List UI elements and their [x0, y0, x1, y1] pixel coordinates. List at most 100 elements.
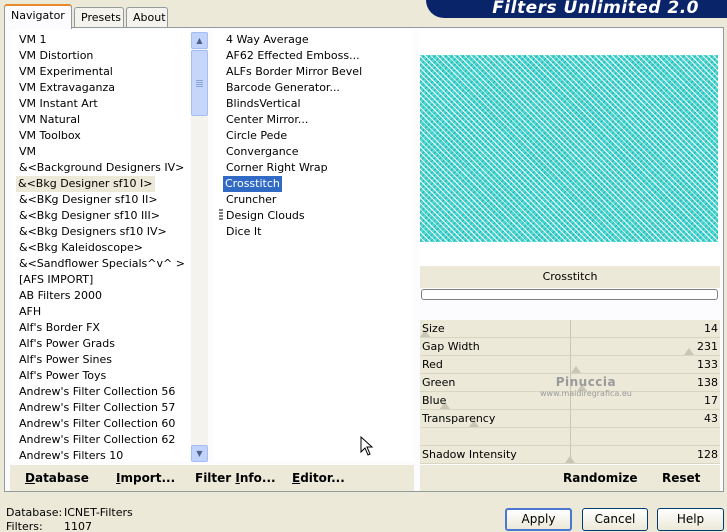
category-item[interactable]: Alf's Border FX: [17, 320, 102, 336]
slider-thumb[interactable]: [565, 456, 575, 463]
slider-thumb[interactable]: [571, 366, 581, 373]
scroll-up-button[interactable]: ▲: [191, 32, 208, 49]
filter-item[interactable]: Crosstitch: [223, 176, 282, 192]
filter-item[interactable]: Barcode Generator...: [224, 80, 342, 96]
filter-item[interactable]: Convergance: [224, 144, 301, 160]
category-item[interactable]: &<Background Designers IV>: [17, 160, 186, 176]
filter-item[interactable]: Circle Pede: [224, 128, 289, 144]
tab-presets[interactable]: Presets: [74, 7, 124, 27]
category-item[interactable]: Andrew's Filter Collection 62: [17, 432, 177, 448]
scroll-thumb[interactable]: [191, 50, 208, 116]
scroll-down-button[interactable]: ▼: [191, 445, 208, 462]
slider-thumb[interactable]: [684, 348, 694, 355]
mouse-cursor-icon: [360, 436, 374, 456]
list-splitter-handle[interactable]: [219, 209, 223, 221]
parameter-value: 231: [697, 340, 718, 353]
parameter-value: 128: [697, 448, 718, 461]
slider-center-tick: [570, 428, 571, 446]
chevron-up-icon: ▲: [196, 36, 203, 45]
category-item[interactable]: Alf's Power Toys: [17, 368, 108, 384]
category-item[interactable]: &<BKg Designer sf10 II>: [17, 192, 160, 208]
filter-list[interactable]: 4 Way Average AF62 Effected Emboss... ALFs…: [214, 30, 414, 462]
category-item[interactable]: [AFS IMPORT]: [17, 272, 95, 288]
category-item[interactable]: AFH: [17, 304, 43, 320]
watermark: Pinuccia www.maidiregrafica.eu: [540, 375, 632, 398]
watermark-name: Pinuccia: [555, 375, 617, 389]
filter-item[interactable]: AF62 Effected Emboss...: [224, 48, 362, 64]
parameter-slider[interactable]: [420, 428, 720, 446]
filter-item[interactable]: Corner Right Wrap: [224, 160, 330, 176]
import-button[interactable]: Import...: [116, 471, 175, 485]
help-button[interactable]: Help: [657, 508, 724, 531]
parameter-slider[interactable]: Shadow Intensity 128: [420, 446, 720, 464]
slider-center-tick: [570, 320, 571, 338]
bottom-toolbar: Database Import... Filter Info... Editor…: [10, 465, 414, 491]
parameter-label: Gap Width: [422, 340, 480, 353]
category-item[interactable]: VM Experimental: [17, 64, 115, 80]
database-label: Database:: [6, 506, 63, 519]
parameter-label: Transparency: [422, 412, 496, 425]
parameter-label: Blue: [422, 394, 447, 407]
category-item[interactable]: VM 1: [17, 32, 49, 48]
parameter-value: 17: [704, 394, 718, 407]
parameter-label: Green: [422, 376, 456, 389]
preview-toolbar: Randomize Reset: [420, 465, 720, 491]
apply-button[interactable]: Apply: [505, 508, 572, 531]
filter-item[interactable]: Center Mirror...: [224, 112, 310, 128]
category-item[interactable]: &<Bkg Designers sf10 IV>: [17, 224, 169, 240]
progress-bar: [421, 289, 718, 300]
database-button[interactable]: Database: [25, 471, 89, 485]
filter-item[interactable]: 4 Way Average: [224, 32, 311, 48]
category-item[interactable]: VM Toolbox: [17, 128, 83, 144]
category-item[interactable]: VM Instant Art: [17, 96, 100, 112]
filter-name-label: Crosstitch: [420, 266, 720, 288]
category-item[interactable]: &<Sandflower Specials^v^ >: [17, 256, 187, 272]
slider-center-tick: [570, 410, 571, 428]
category-item[interactable]: VM Extravaganza: [17, 80, 117, 96]
tab-about[interactable]: About: [126, 7, 168, 27]
category-item[interactable]: VM Natural: [17, 112, 82, 128]
cancel-button[interactable]: Cancel: [582, 508, 648, 531]
editor-button[interactable]: Editor...: [292, 471, 345, 485]
reset-button[interactable]: Reset: [662, 471, 700, 485]
category-item[interactable]: VM: [17, 144, 38, 160]
tab-navigator[interactable]: Navigator: [4, 4, 72, 29]
category-item[interactable]: Alf's Power Sines: [17, 352, 114, 368]
watermark-url: www.maidiregrafica.eu: [540, 389, 632, 398]
title-banner: Filters Unlimited 2.0: [426, 0, 727, 18]
category-item[interactable]: &<Bkg Designer sf10 III>: [17, 208, 162, 224]
filter-info-button[interactable]: Filter Info...: [195, 471, 276, 485]
randomize-button[interactable]: Randomize: [563, 471, 637, 485]
parameter-value: 138: [697, 376, 718, 389]
category-item[interactable]: Andrew's Filter Collection 57: [17, 400, 177, 416]
database-value: ICNET-Filters: [64, 506, 133, 519]
parameter-label: Shadow Intensity: [422, 448, 517, 461]
category-item[interactable]: Andrew's Filter Collection 56: [17, 384, 177, 400]
parameter-slider[interactable]: Transparency 43: [420, 410, 720, 428]
category-item[interactable]: &<Bkg Designer sf10 I>: [16, 176, 155, 192]
parameter-value: 14: [704, 322, 718, 335]
filter-item[interactable]: BlindsVertical: [224, 96, 303, 112]
filter-item[interactable]: Design Clouds: [224, 208, 307, 224]
category-item[interactable]: AB Filters 2000: [17, 288, 104, 304]
category-item[interactable]: Andrew's Filters 10: [17, 448, 125, 462]
parameter-value: 43: [704, 412, 718, 425]
category-scrollbar[interactable]: ▲ ▼: [191, 32, 208, 462]
chevron-down-icon: ▼: [196, 449, 203, 458]
filter-item[interactable]: ALFs Border Mirror Bevel: [224, 64, 364, 80]
parameter-slider[interactable]: Gap Width 231: [420, 338, 720, 356]
category-item[interactable]: &<Bkg Kaleidoscope>: [17, 240, 145, 256]
slider-center-tick: [570, 338, 571, 356]
category-list[interactable]: VM 1 VM Distortion VM Experimental VM Extra…: [10, 30, 190, 462]
filter-item[interactable]: Cruncher: [224, 192, 278, 208]
parameter-slider[interactable]: Red 133: [420, 356, 720, 374]
parameter-value: 133: [697, 358, 718, 371]
filter-item[interactable]: Dice It: [224, 224, 263, 240]
parameter-slider[interactable]: Size 14: [420, 320, 720, 338]
category-item[interactable]: Andrew's Filter Collection 60: [17, 416, 177, 432]
category-item[interactable]: Alf's Power Grads: [17, 336, 117, 352]
parameter-label: Red: [422, 358, 443, 371]
preview-image: [420, 55, 718, 242]
category-item[interactable]: VM Distortion: [17, 48, 95, 64]
filters-count: 1107: [64, 520, 92, 532]
